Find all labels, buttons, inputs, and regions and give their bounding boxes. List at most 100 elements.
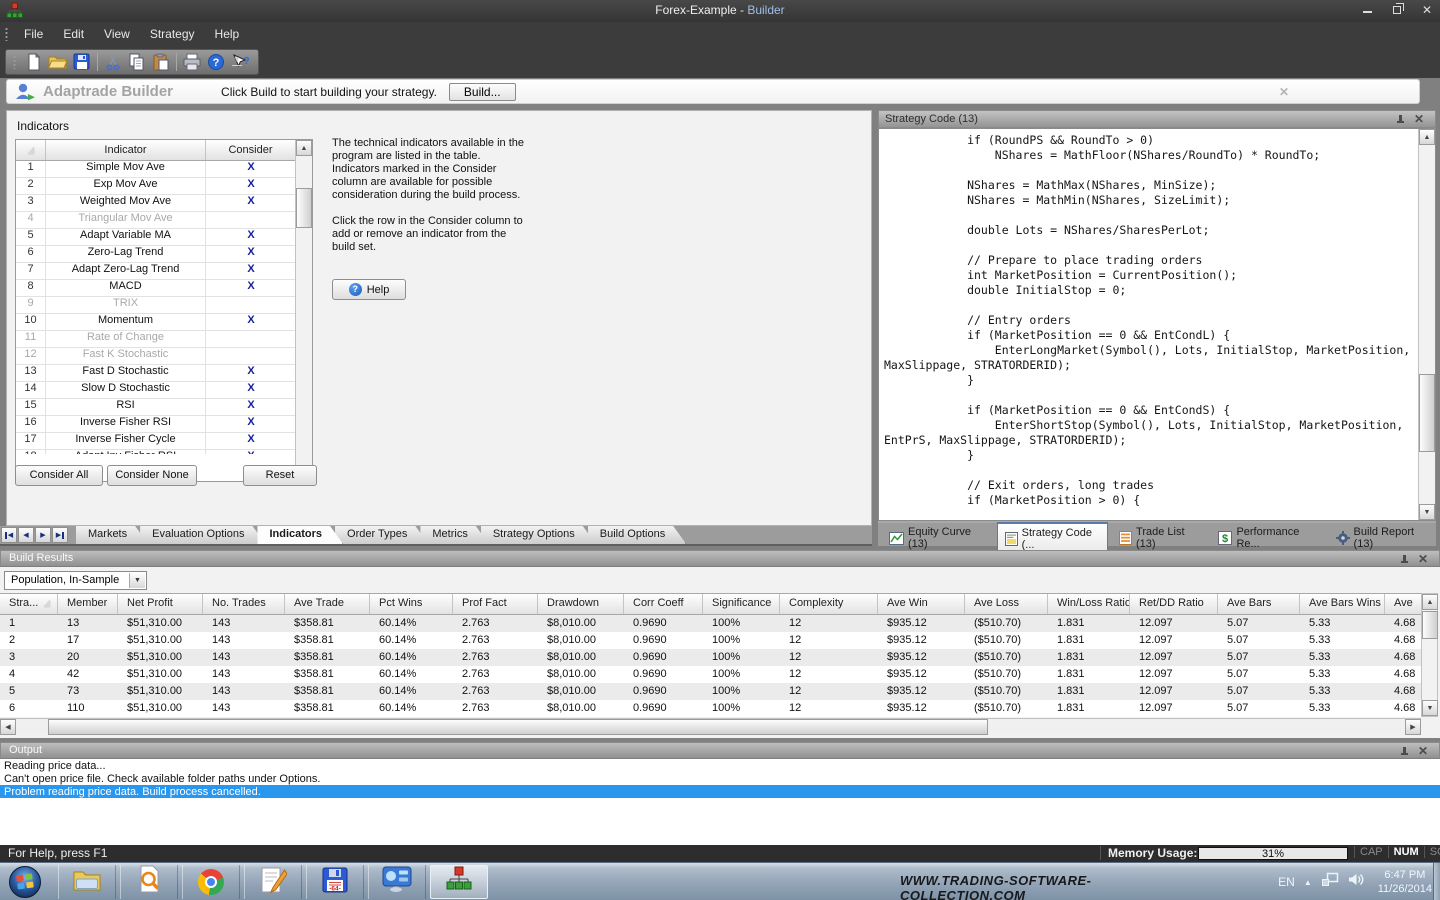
taskbar-floppy-button[interactable]: -64- — [306, 865, 364, 899]
tab-build-report[interactable]: Build Report (13) — [1329, 523, 1436, 553]
banner-close-icon[interactable]: ✕ — [1279, 85, 1289, 99]
cut-icon[interactable] — [101, 51, 125, 73]
consider-none-button[interactable]: Consider None — [107, 465, 197, 486]
indicator-row[interactable]: 2Exp Mov AveX — [16, 178, 312, 195]
indicator-consider-cell[interactable] — [206, 297, 296, 313]
taskbar-search-button[interactable] — [120, 865, 178, 899]
indicator-consider-cell[interactable]: X — [206, 161, 296, 177]
indicator-row[interactable]: 6Zero-Lag TrendX — [16, 246, 312, 263]
indicator-row[interactable]: 16Inverse Fisher RSIX — [16, 416, 312, 433]
indicator-consider-cell[interactable] — [206, 348, 296, 364]
indicators-sort-header[interactable] — [16, 140, 46, 160]
indicator-consider-cell[interactable]: X — [206, 382, 296, 398]
taskbar-explorer-button[interactable] — [58, 865, 116, 899]
indicator-row[interactable]: 15RSIX — [16, 399, 312, 416]
copy-icon[interactable] — [125, 51, 149, 73]
indicator-row[interactable]: 11Rate of Change — [16, 331, 312, 348]
indicators-scrollbar[interactable]: ▲ ▼ — [295, 140, 312, 481]
save-icon[interactable] — [70, 51, 94, 73]
menu-view[interactable]: View — [94, 24, 140, 44]
results-row[interactable]: 113$51,310.00143$358.8160.14%2.763$8,010… — [0, 615, 1421, 632]
minimize-button[interactable] — [1360, 3, 1374, 17]
tab-performance[interactable]: $Performance Re... — [1211, 523, 1324, 553]
scrollbar-thumb[interactable] — [1422, 611, 1438, 639]
indicator-row[interactable]: 14Slow D StochasticX — [16, 382, 312, 399]
indicator-row[interactable]: 4Triangular Mov Ave — [16, 212, 312, 229]
taskbar-editor-button[interactable] — [244, 865, 302, 899]
close-panel-icon[interactable]: ✕ — [1417, 553, 1429, 565]
results-column-header[interactable]: Prof Fact — [453, 594, 538, 614]
indicator-row[interactable]: 8MACDX — [16, 280, 312, 297]
scrollbar-thumb[interactable] — [1419, 374, 1435, 452]
language-indicator[interactable]: EN — [1278, 875, 1295, 889]
results-column-header[interactable]: Ave Bars Wins — [1300, 594, 1385, 614]
indicator-consider-cell[interactable]: X — [206, 399, 296, 415]
indicator-consider-cell[interactable]: X — [206, 314, 296, 330]
menu-file[interactable]: File — [14, 24, 53, 44]
print-icon[interactable] — [180, 51, 204, 73]
chevron-down-icon[interactable]: ▼ — [129, 573, 145, 588]
toolbar-overflow-icon[interactable]: ▾ — [232, 54, 242, 66]
tab-indicators[interactable]: Indicators — [257, 526, 343, 544]
results-column-header[interactable]: Ave Bars — [1218, 594, 1300, 614]
scroll-down-icon[interactable]: ▼ — [1419, 504, 1435, 520]
results-column-header[interactable]: No. Trades — [203, 594, 285, 614]
menu-strategy[interactable]: Strategy — [140, 24, 205, 44]
results-column-header[interactable]: Ave Win — [878, 594, 965, 614]
build-button[interactable]: Build... — [449, 83, 516, 101]
consider-column-header[interactable]: Consider — [206, 140, 296, 160]
help-button[interactable]: ? Help — [332, 279, 406, 300]
indicator-row[interactable]: 9TRIX — [16, 297, 312, 314]
indicator-consider-cell[interactable]: X — [206, 246, 296, 262]
indicator-consider-cell[interactable]: X — [206, 195, 296, 211]
tab-trade-list[interactable]: Trade List (13) — [1112, 523, 1207, 553]
scroll-up-icon[interactable]: ▲ — [1422, 594, 1438, 610]
results-column-header[interactable]: Stra... — [0, 594, 58, 614]
indicator-consider-cell[interactable]: X — [206, 433, 296, 449]
reset-button[interactable]: Reset — [243, 465, 317, 486]
output-line[interactable]: Reading price data... — [0, 759, 1440, 772]
results-row[interactable]: 442$51,310.00143$358.8160.14%2.763$8,010… — [0, 666, 1421, 683]
indicator-consider-cell[interactable]: X — [206, 263, 296, 279]
output-line[interactable]: Can't open price file. Check available f… — [0, 772, 1440, 785]
results-column-header[interactable]: Net Profit — [118, 594, 203, 614]
tab-scroll-first-button[interactable]: ◀ — [1, 527, 17, 543]
scroll-down-icon[interactable]: ▼ — [1422, 700, 1438, 716]
indicator-consider-cell[interactable]: X — [206, 365, 296, 381]
indicator-consider-cell[interactable]: X — [206, 178, 296, 194]
tab-scroll-last-button[interactable]: ▶ — [52, 527, 68, 543]
pin-icon[interactable] — [1396, 115, 1405, 125]
indicator-row[interactable]: 3Weighted Mov AveX — [16, 195, 312, 212]
results-column-header[interactable]: Ave Loss — [965, 594, 1048, 614]
menu-edit[interactable]: Edit — [53, 24, 94, 44]
open-icon[interactable] — [46, 51, 70, 73]
consider-all-button[interactable]: Consider All — [15, 465, 103, 486]
tray-chevron-up-icon[interactable]: ▲ — [1304, 878, 1312, 887]
close-button[interactable]: ✕ — [1420, 3, 1434, 17]
indicator-consider-cell[interactable]: X — [206, 450, 296, 454]
indicator-consider-cell[interactable]: X — [206, 280, 296, 296]
scrollbar-thumb[interactable] — [296, 188, 312, 228]
indicator-row[interactable]: 1Simple Mov AveX — [16, 161, 312, 178]
scroll-up-icon[interactable]: ▲ — [1419, 129, 1435, 145]
clock[interactable]: 6:47 PM 11/26/2014 — [1378, 868, 1432, 896]
indicator-consider-cell[interactable]: X — [206, 416, 296, 432]
results-row[interactable]: 217$51,310.00143$358.8160.14%2.763$8,010… — [0, 632, 1421, 649]
strategy-code-view[interactable]: if (RoundPS && RoundTo > 0) NShares = Ma… — [878, 128, 1436, 521]
scroll-right-icon[interactable]: ▶ — [1405, 719, 1421, 735]
results-column-header[interactable]: Ret/DD Ratio — [1130, 594, 1218, 614]
results-column-header[interactable]: Significance — [703, 594, 780, 614]
taskbar-chrome-button[interactable] — [182, 865, 240, 899]
results-column-header[interactable]: Complexity — [780, 594, 878, 614]
scroll-up-icon[interactable]: ▲ — [296, 140, 312, 156]
indicator-consider-cell[interactable] — [206, 212, 296, 228]
indicator-row[interactable]: 7Adapt Zero-Lag TrendX — [16, 263, 312, 280]
results-column-header[interactable]: Ave — [1385, 594, 1421, 614]
results-column-header[interactable]: Pct Wins — [370, 594, 453, 614]
scroll-left-icon[interactable]: ◀ — [0, 719, 16, 735]
indicator-consider-cell[interactable]: X — [206, 229, 296, 245]
results-column-header[interactable]: Member — [58, 594, 118, 614]
indicator-column-header[interactable]: Indicator — [46, 140, 206, 160]
tab-strategy-options[interactable]: Strategy Options — [481, 526, 596, 544]
results-row[interactable]: 320$51,310.00143$358.8160.14%2.763$8,010… — [0, 649, 1421, 666]
